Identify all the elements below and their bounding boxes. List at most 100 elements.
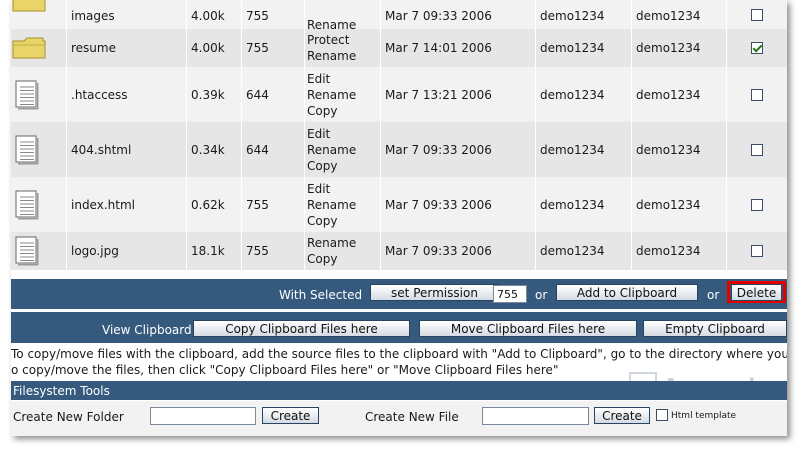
file-name-link[interactable]: images <box>71 9 115 23</box>
file-permission[interactable]: 644 <box>241 122 304 177</box>
file-permission[interactable]: 644 <box>241 67 304 122</box>
file-size: 0.39k <box>186 67 241 122</box>
file-permission[interactable]: 755 <box>241 177 304 232</box>
empty-clipboard-button[interactable]: Empty Clipboard <box>643 320 787 337</box>
folder-icon[interactable] <box>12 0 46 12</box>
new-file-input[interactable] <box>482 407 589 425</box>
html-template-label: Html template <box>671 411 737 421</box>
permission-input[interactable]: 755 <box>493 285 527 303</box>
file-size-value: 18.1k <box>191 244 225 258</box>
action-copy-link[interactable]: Copy <box>307 158 337 174</box>
permission-value[interactable]: 644 <box>246 88 269 102</box>
file-manager-panel: images 4.00k 755 Rename Mar 7 09:33 2006 demo… <box>11 0 787 436</box>
select-checkbox[interactable] <box>751 9 763 21</box>
action-rename-link[interactable]: Rename <box>307 142 356 158</box>
action-rename-link[interactable]: Rename <box>307 48 356 64</box>
permission-value[interactable]: 755 <box>246 198 269 212</box>
document-icon[interactable] <box>15 135 39 165</box>
new-file-label: Create New File <box>365 410 459 424</box>
select-cell <box>726 232 787 270</box>
file-name-link[interactable]: resume <box>71 41 116 55</box>
file-size-value: 4.00k <box>191 9 225 23</box>
with-selected-bar: With Selected set Permission 755 or Add … <box>11 279 787 309</box>
file-size-value: 0.62k <box>191 197 225 212</box>
file-permission[interactable]: 755 <box>241 29 304 67</box>
action-copy-link[interactable]: Copy <box>307 213 337 229</box>
file-size: 0.34k <box>186 122 241 177</box>
add-to-clipboard-button[interactable]: Add to Clipboard <box>556 284 698 301</box>
move-clipboard-files-button[interactable]: Move Clipboard Files here <box>419 320 637 337</box>
action-rename-link[interactable]: Rename <box>307 235 356 251</box>
file-actions: Rename Copy <box>304 232 380 270</box>
permission-value[interactable]: 755 <box>246 9 269 23</box>
permission-value[interactable]: 644 <box>246 143 269 157</box>
owner-value: demo1234 <box>540 244 605 258</box>
select-cell <box>726 122 787 177</box>
file-group: demo1234 <box>631 122 726 177</box>
action-rename-link[interactable]: Rename <box>307 87 356 103</box>
delete-button[interactable]: Delete <box>731 284 782 301</box>
action-copy-link[interactable]: Copy <box>307 103 337 119</box>
owner-value: demo1234 <box>540 41 605 55</box>
file-name-link[interactable]: 404.shtml <box>71 143 131 157</box>
table-row: 404.shtml 0.34k 644 Edit Rename Copy Mar 7 09:… <box>11 122 787 178</box>
copy-clipboard-files-button[interactable]: Copy Clipboard Files here <box>193 320 410 337</box>
file-group: demo1234 <box>631 67 726 122</box>
group-value: demo1234 <box>636 142 701 157</box>
file-name[interactable]: index.html <box>66 177 186 232</box>
set-permission-button[interactable]: set Permission <box>370 284 499 301</box>
select-checkbox[interactable] <box>751 143 763 156</box>
select-cell <box>726 177 787 232</box>
permission-value[interactable]: 755 <box>246 41 269 55</box>
action-protect-link[interactable]: Protect <box>307 32 349 48</box>
date-value: Mar 7 09:33 2006 <box>385 142 492 157</box>
group-value: demo1234 <box>636 41 701 55</box>
new-folder-input[interactable] <box>150 407 256 425</box>
file-name-link[interactable]: index.html <box>71 198 135 212</box>
select-checkbox[interactable] <box>751 198 763 211</box>
file-name[interactable]: 404.shtml <box>66 122 186 177</box>
permission-value[interactable]: 755 <box>246 244 269 258</box>
create-file-button[interactable]: Create <box>594 407 650 424</box>
icon-cell <box>11 67 66 122</box>
file-size: 18.1k <box>186 232 241 270</box>
group-value: demo1234 <box>636 87 701 102</box>
owner-value: demo1234 <box>540 197 605 212</box>
action-copy-link[interactable]: Copy <box>307 251 337 267</box>
file-size: 4.00k <box>186 29 241 67</box>
folder-icon[interactable] <box>12 37 46 59</box>
file-name-link[interactable]: logo.jpg <box>71 244 119 258</box>
html-template-checkbox[interactable] <box>656 409 668 421</box>
create-folder-button[interactable]: Create <box>262 407 319 424</box>
file-permission[interactable]: 755 <box>241 232 304 270</box>
file-date: Mar 7 14:01 2006 <box>380 29 535 67</box>
file-group: demo1234 <box>631 232 726 270</box>
action-edit-link[interactable]: Edit <box>307 181 330 197</box>
file-group: demo1234 <box>631 177 726 232</box>
file-name[interactable]: logo.jpg <box>66 232 186 270</box>
icon-cell <box>11 232 66 270</box>
file-name[interactable]: resume <box>66 29 186 67</box>
action-rename-link[interactable]: Rename <box>307 197 356 213</box>
filesystem-tools-title: Filesystem Tools <box>13 384 110 398</box>
document-icon[interactable] <box>15 236 39 266</box>
file-size: 0.62k <box>186 177 241 232</box>
document-icon[interactable] <box>15 190 39 220</box>
clipboard-bar: View Clipboard Copy Clipboard Files here… <box>11 311 787 343</box>
file-name-link[interactable]: .htaccess <box>71 88 128 102</box>
with-selected-label: With Selected <box>279 288 363 302</box>
action-edit-link[interactable]: Edit <box>307 71 330 87</box>
document-icon[interactable] <box>15 80 39 110</box>
group-value: demo1234 <box>636 197 701 212</box>
file-name[interactable]: .htaccess <box>66 67 186 122</box>
select-checkbox[interactable] <box>751 245 763 257</box>
file-date: Mar 7 09:33 2006 <box>380 177 535 232</box>
group-value: demo1234 <box>636 9 701 23</box>
file-owner: demo1234 <box>535 29 631 67</box>
select-checkbox[interactable] <box>751 42 763 54</box>
owner-value: demo1234 <box>540 9 605 23</box>
file-date: Mar 7 13:21 2006 <box>380 67 535 122</box>
file-actions: Edit Rename Copy <box>304 67 380 122</box>
action-edit-link[interactable]: Edit <box>307 126 330 142</box>
select-checkbox[interactable] <box>751 88 763 101</box>
